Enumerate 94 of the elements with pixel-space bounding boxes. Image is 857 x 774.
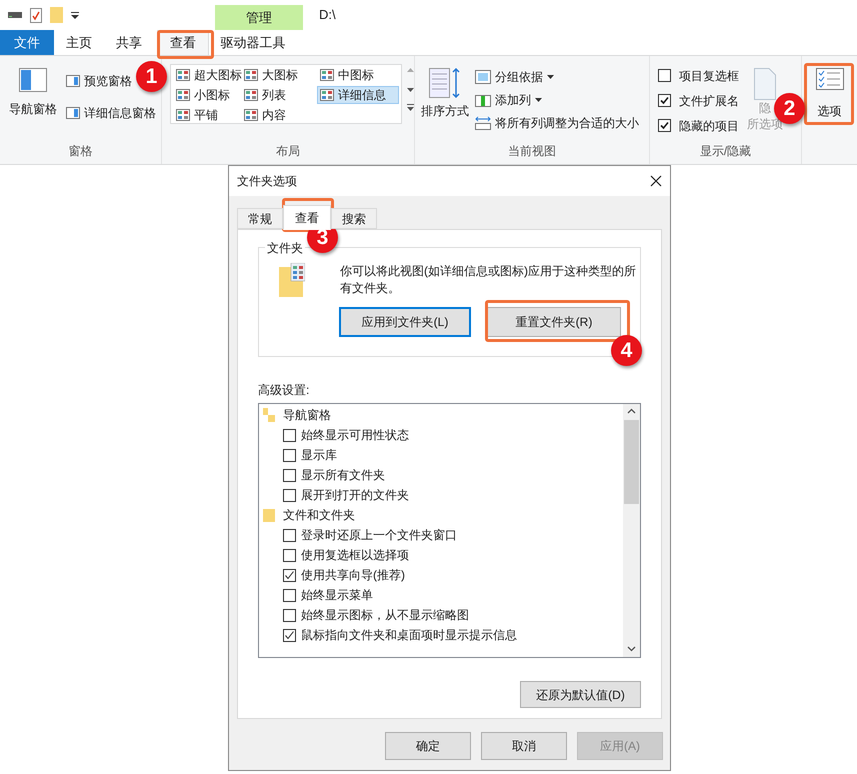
setting-label: 使用共享向导(推荐)	[301, 567, 405, 584]
dropdown-arrow-icon	[547, 75, 554, 79]
layout-option[interactable]: 内容	[241, 106, 317, 124]
pane-icon	[66, 107, 80, 119]
restore-defaults-button[interactable]: 还原为默认值(D)	[520, 681, 641, 708]
contextual-tab-label: 管理	[246, 8, 272, 27]
checkbox[interactable]	[658, 119, 671, 132]
folder-tree-icon	[263, 408, 275, 422]
dropdown-icon[interactable]	[71, 11, 79, 19]
scrollbar-thumb[interactable]	[624, 420, 639, 504]
category-label: 文件和文件夹	[283, 507, 355, 524]
checkbox[interactable]	[283, 548, 296, 562]
view-icon	[176, 89, 190, 101]
dialog-tab[interactable]: 常规	[237, 208, 283, 229]
dialog-button[interactable]: 确定	[385, 732, 471, 760]
setting-label: 始终显示图标，从不显示缩略图	[301, 607, 469, 624]
setting-label: 始终显示菜单	[301, 587, 373, 604]
description-text: 你可以将此视图(如详细信息或图标)应用于这种类型的所有文件夹。	[340, 263, 637, 297]
highlight-frame	[157, 30, 214, 59]
layout-option[interactable]: 中图标	[317, 66, 399, 84]
setting-label: 鼠标指向文件夹和桌面项时显示提示信息	[301, 627, 517, 644]
group-label: 窗格	[68, 143, 92, 160]
properties-icon[interactable]	[30, 8, 42, 22]
setting-label: 登录时还原上一个文件夹窗口	[301, 527, 457, 544]
layout-option[interactable]: 大图标	[241, 66, 317, 84]
size-columns-button[interactable]: 将所有列调整为合适的大小	[475, 114, 639, 132]
options-button[interactable]: 选项	[816, 68, 844, 120]
dialog-button[interactable]: 取消	[481, 732, 567, 760]
pane-icon	[66, 75, 80, 87]
setting-label: 显示所有文件夹	[301, 467, 385, 484]
checkbox[interactable]	[283, 468, 296, 482]
details-pane-button[interactable]: 详细信息窗格	[66, 104, 156, 122]
ribbon-tab[interactable]: 文件	[0, 30, 54, 55]
drive-icon[interactable]	[8, 11, 22, 19]
sort-by-button[interactable]: 排序方式	[419, 64, 471, 142]
checkbox[interactable]	[283, 488, 296, 502]
category-label: 导航窗格	[283, 407, 331, 424]
resize-columns-icon	[475, 116, 491, 130]
setting-label: 显示库	[301, 447, 337, 464]
checkbox[interactable]	[283, 568, 296, 582]
sort-icon	[429, 68, 461, 98]
checkbox[interactable]	[283, 628, 296, 642]
scrollbar[interactable]	[623, 404, 640, 657]
checkbox[interactable]	[283, 608, 296, 622]
view-icon	[176, 109, 190, 121]
reset-folders-button[interactable]: 重置文件夹(R)	[487, 307, 621, 337]
checkbox-label: 隐藏的项目	[679, 118, 739, 134]
group-box-label: 文件夹	[265, 239, 305, 257]
document-icon	[754, 68, 776, 100]
checkbox[interactable]	[283, 528, 296, 542]
preview-pane-button[interactable]: 预览窗格	[66, 72, 132, 90]
view-icon	[320, 69, 334, 81]
checkbox[interactable]	[283, 428, 296, 442]
dialog-title: 文件夹选项	[237, 173, 297, 190]
checklist-icon	[816, 68, 844, 90]
window-title: D:\	[319, 7, 336, 22]
checkbox[interactable]	[658, 69, 671, 82]
layout-option[interactable]: 超大图标	[173, 66, 241, 84]
add-columns-button[interactable]: 添加列	[475, 91, 639, 109]
checkbox[interactable]	[658, 94, 671, 107]
group-label: 布局	[276, 143, 300, 160]
pane-icon	[19, 68, 47, 92]
layout-option[interactable]: 平铺	[173, 106, 241, 124]
setting-label: 展开到打开的文件夹	[301, 487, 409, 504]
checkbox-label: 项目复选框	[679, 68, 739, 84]
dialog-button: 应用(A)	[577, 732, 663, 760]
layout-option[interactable]: 小图标	[173, 86, 241, 104]
highlight-frame	[804, 63, 854, 125]
group-icon	[475, 70, 491, 84]
layout-option[interactable]: 详细信息	[317, 86, 399, 104]
view-icon	[320, 89, 334, 101]
view-icon	[176, 69, 190, 81]
dialog-tab[interactable]: 搜索	[331, 208, 377, 229]
setting-label: 使用复选框以选择项	[301, 547, 409, 564]
view-icon	[244, 69, 258, 81]
apply-to-folders-button[interactable]: 应用到文件夹(L)	[339, 307, 471, 337]
navigation-pane-button[interactable]: 导航窗格	[4, 64, 62, 142]
group-label: 当前视图	[508, 143, 556, 160]
folder-icon	[279, 263, 305, 297]
setting-label: 始终显示可用性状态	[301, 427, 409, 444]
layout-option[interactable]: 列表	[241, 86, 317, 104]
checkbox[interactable]	[283, 588, 296, 602]
dialog-tab[interactable]: 查看	[283, 205, 331, 230]
section-label: 高级设置:	[258, 382, 310, 399]
dropdown-arrow-icon	[535, 98, 542, 102]
view-icon	[244, 89, 258, 101]
view-icon	[244, 109, 258, 121]
group-by-button[interactable]: 分组依据	[475, 68, 639, 86]
close-icon[interactable]	[650, 175, 662, 187]
column-icon	[475, 93, 491, 107]
checkbox-label: 文件扩展名	[679, 92, 739, 110]
group-label: 显示/隐藏	[700, 143, 752, 160]
checkbox[interactable]	[283, 448, 296, 462]
folder-icon	[263, 508, 275, 522]
